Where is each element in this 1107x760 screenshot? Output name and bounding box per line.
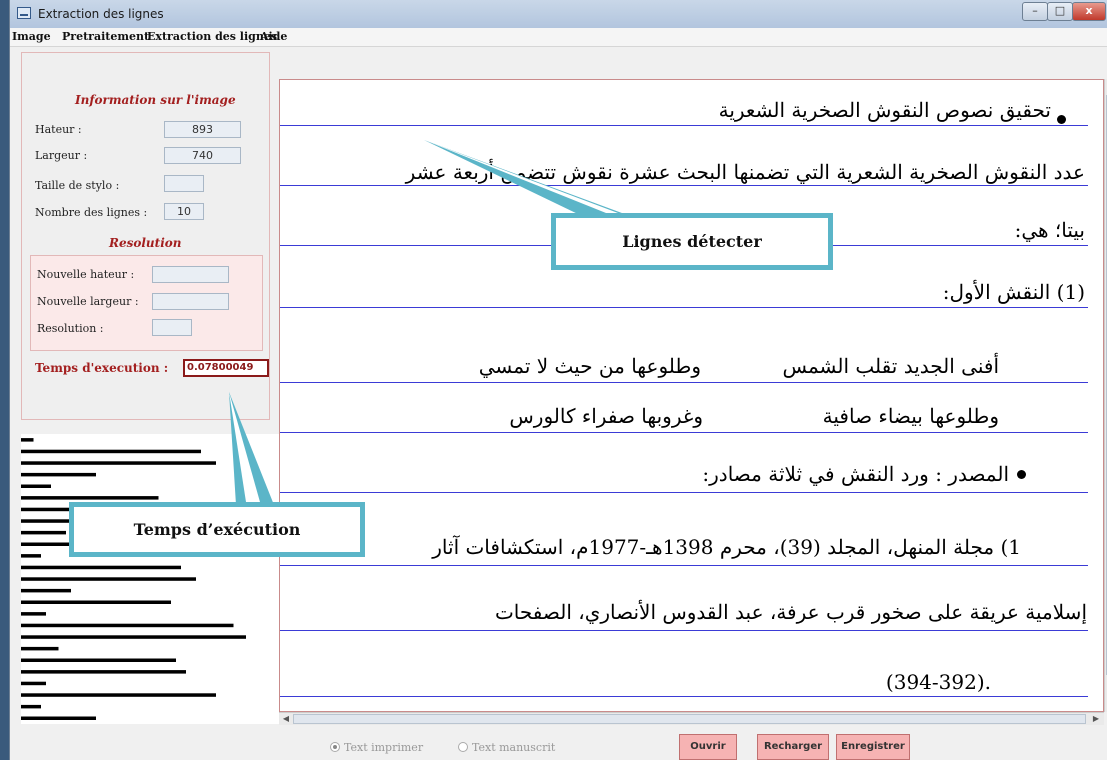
histogram-bar: [21, 507, 71, 512]
detected-line: [280, 382, 1088, 383]
detected-line: [280, 492, 1088, 493]
save-button[interactable]: Enregistrer: [836, 734, 910, 760]
radio-selected-icon: [330, 742, 340, 752]
resolution-field[interactable]: [152, 319, 192, 336]
width-field[interactable]: 740: [164, 147, 241, 164]
reload-button[interactable]: Recharger: [757, 734, 829, 760]
histogram-bar: [21, 577, 196, 581]
detected-line: [280, 307, 1088, 308]
open-button[interactable]: Ouvrir: [679, 734, 737, 760]
text-line-pages: .(394-392): [885, 670, 991, 694]
verse-2b: وغروبها صفراء كالورس: [509, 404, 703, 428]
text-line-ref-2: إسلامية عريقة على صخور قرب عرفة، عبد الق…: [494, 600, 1087, 624]
detected-line: [280, 630, 1088, 631]
histogram-bar: [21, 693, 216, 697]
detected-line: [280, 185, 1088, 186]
histogram-bar: [21, 461, 216, 465]
radio-text-handwritten-label: Text manuscrit: [472, 741, 556, 754]
bottom-bar: Text imprimer Text manuscrit Ouvrir Rech…: [10, 727, 1107, 760]
callout-execution-time: Temps d’exécution: [69, 502, 365, 557]
histogram-bar: [21, 670, 186, 674]
detected-line: [280, 565, 1088, 566]
execution-time-field[interactable]: 0.07800049: [183, 359, 269, 377]
main-window: Extraction des lignes – □ x Image Pretra…: [9, 0, 1107, 760]
histogram-bar: [21, 646, 59, 651]
verse-1a: أفنى الجديد تقلب الشمس: [782, 354, 999, 378]
histogram-bar: [21, 496, 159, 500]
text-line-2: عدد النقوش الصخرية الشعرية التي تضمنها ا…: [405, 160, 1085, 184]
info-title: Information sur l'image: [75, 93, 236, 107]
resolution-title: Resolution: [109, 236, 182, 250]
verse-2a: وطلوعها بيضاء صافية: [822, 404, 999, 428]
minimize-button[interactable]: –: [1022, 2, 1048, 21]
radio-text-handwritten[interactable]: Text manuscrit: [458, 741, 555, 754]
radio-text-printed[interactable]: Text imprimer: [330, 741, 423, 754]
detected-line: [280, 696, 1088, 697]
height-field[interactable]: 893: [164, 121, 241, 138]
text-line-1: تحقيق نصوص النقوش الصخرية الشعرية: [718, 98, 1051, 122]
text-line-3: بيتا؛ هي:: [1014, 218, 1085, 242]
menu-image[interactable]: Image: [12, 30, 51, 43]
resolution-label: Resolution :: [37, 322, 104, 335]
histogram-bar: [21, 554, 41, 558]
histogram-bar: [21, 681, 46, 686]
detected-line: [280, 125, 1088, 126]
horizontal-scrollbar[interactable]: ◀ ▶: [279, 712, 1104, 725]
histogram-bar: [21, 658, 176, 662]
verse-1b: وطلوعها من حيث لا تمسي: [478, 354, 701, 378]
bullet-icon: [1057, 115, 1066, 124]
scroll-left-arrow-icon[interactable]: ◀: [280, 714, 292, 723]
projection-histogram: [21, 434, 279, 724]
maximize-button[interactable]: □: [1047, 2, 1073, 21]
menu-extraction-lignes[interactable]: Extraction des lignes: [147, 30, 277, 43]
execution-time-label: Temps d'execution :: [35, 361, 169, 375]
histogram-bar: [21, 600, 171, 604]
histogram-bar: [21, 438, 34, 442]
histogram-bar: [21, 704, 41, 709]
close-button[interactable]: x: [1072, 2, 1106, 21]
menu-bar: Image Pretraitement Extraction des ligne…: [10, 28, 1107, 47]
radio-unselected-icon: [458, 742, 468, 752]
callout-lines-detected: Lignes détecter: [551, 213, 833, 270]
new-height-label: Nouvelle hateur :: [37, 268, 135, 281]
detected-line: [280, 432, 1088, 433]
text-line-source: المصدر : ورد النقش في ثلاثة مصادر:: [702, 462, 1009, 486]
app-icon: [17, 7, 31, 19]
horizontal-scroll-thumb[interactable]: [293, 714, 1086, 724]
menu-aide[interactable]: Aide: [260, 30, 287, 43]
title-bar[interactable]: Extraction des lignes – □ x: [10, 0, 1107, 29]
window-title: Extraction des lignes: [38, 7, 164, 21]
bullet-icon: [1017, 470, 1026, 479]
histogram-bar: [21, 565, 181, 570]
pen-size-field[interactable]: [164, 175, 204, 192]
histogram-bar: [21, 449, 201, 454]
new-height-field[interactable]: [152, 266, 229, 283]
histogram-bar: [21, 472, 96, 477]
height-label: Hateur :: [35, 123, 82, 136]
histogram-bar: [21, 588, 71, 593]
histogram-bar: [21, 612, 46, 616]
new-width-label: Nouvelle largeur :: [37, 295, 139, 308]
histogram-bar: [21, 623, 234, 628]
line-count-label: Nombre des lignes :: [35, 206, 148, 219]
pen-size-label: Taille de stylo :: [35, 179, 120, 192]
width-label: Largeur :: [35, 149, 88, 162]
menu-pretraitement[interactable]: Pretraitement: [62, 30, 149, 43]
histogram-bar: [21, 484, 51, 488]
line-count-field[interactable]: 10: [164, 203, 204, 220]
histogram-bar: [21, 716, 96, 720]
new-width-field[interactable]: [152, 293, 229, 310]
text-line-ref-1: 1) مجلة المنهل، المجلد (39)، محرم 1398هـ…: [432, 535, 1021, 559]
scroll-right-arrow-icon[interactable]: ▶: [1090, 714, 1102, 723]
document-view[interactable]: تحقيق نصوص النقوش الصخرية الشعرية عدد ال…: [279, 79, 1104, 712]
resolution-box: Nouvelle hateur : Nouvelle largeur : Res…: [30, 255, 263, 351]
histogram-plot: [21, 438, 246, 720]
text-line-4: (1) النقش الأول:: [942, 280, 1085, 304]
histogram-bar: [21, 530, 66, 535]
radio-text-printed-label: Text imprimer: [344, 741, 424, 754]
histogram-bar: [21, 635, 246, 639]
